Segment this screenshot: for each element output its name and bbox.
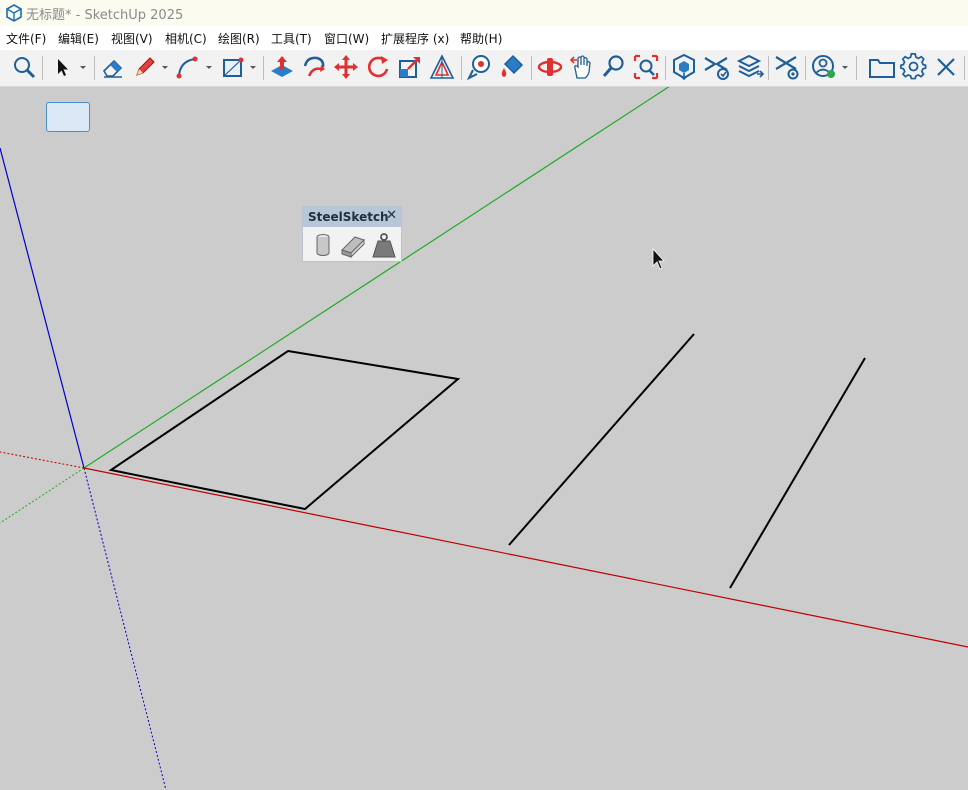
menu-bar: 文件(F) 编辑(E) 视图(V) 相机(C) 绘图(R) 工具(T) 窗口(W…: [0, 26, 968, 50]
close-icon[interactable]: [931, 52, 961, 82]
steelsketch-close-icon[interactable]: ✕: [386, 208, 397, 223]
toolbar-separator: [805, 56, 806, 80]
steelsketch-toolbar[interactable]: SteelSketch ✕: [302, 206, 402, 262]
rectangle-icon[interactable]: [218, 52, 248, 82]
menu-file[interactable]: 文件(F): [6, 30, 46, 47]
toolbar-separator: [461, 56, 462, 80]
cylinder-profile-icon[interactable]: [308, 230, 338, 260]
title-bar: 无标题* - SketchUp 2025: [0, 0, 968, 26]
pan-icon[interactable]: [567, 52, 597, 82]
select-icon[interactable]: [48, 52, 78, 82]
account-icon[interactable]: [809, 52, 839, 82]
arc-dropdown-chevron-icon[interactable]: [204, 52, 214, 82]
folder-icon[interactable]: [867, 52, 897, 82]
rectangle-edges[interactable]: [108, 349, 461, 511]
menu-draw[interactable]: 绘图(R): [218, 30, 260, 47]
weight-icon[interactable]: [369, 230, 399, 260]
push-pull-icon[interactable]: [267, 52, 297, 82]
toolbar-separator: [964, 56, 965, 80]
eraser-icon[interactable]: [98, 52, 128, 82]
steelsketch-title: SteelSketch: [308, 210, 389, 224]
z-axis-dashed: [83, 467, 167, 790]
zoom-extents-icon[interactable]: [631, 52, 661, 82]
menu-extensions[interactable]: 扩展程序 (x): [381, 30, 449, 47]
paint-bucket-icon[interactable]: [497, 52, 527, 82]
scale-icon[interactable]: [395, 52, 425, 82]
sketchup-logo-icon: [5, 4, 23, 22]
menu-edit[interactable]: 编辑(E): [58, 30, 99, 47]
move-icon[interactable]: [331, 52, 361, 82]
toolbar: [0, 50, 968, 132]
follow-me-icon[interactable]: [299, 52, 329, 82]
y-axis-dashed: [0, 467, 85, 524]
toolbar-separator: [856, 56, 857, 80]
toolbar-separator: [42, 56, 43, 80]
menu-help[interactable]: 帮助(H): [460, 30, 502, 47]
toolbar-separator: [263, 56, 264, 80]
toolbar-separator: [768, 56, 769, 80]
line-edge[interactable]: [729, 357, 866, 589]
pencil-icon[interactable]: [130, 52, 160, 82]
arc-icon[interactable]: [172, 52, 202, 82]
beam-profile-icon[interactable]: [338, 230, 368, 260]
model-settings-icon[interactable]: [772, 52, 802, 82]
select-dropdown-chevron-icon[interactable]: [78, 52, 88, 82]
settings-icon[interactable]: [899, 52, 929, 82]
layers-icon[interactable]: [735, 52, 765, 82]
line-edge[interactable]: [508, 333, 695, 546]
warehouse-icon[interactable]: [669, 52, 699, 82]
pencil-dropdown-chevron-icon[interactable]: [160, 52, 170, 82]
menu-camera[interactable]: 相机(C): [165, 30, 207, 47]
z-axis-solid: [0, 147, 85, 469]
rectangle-dropdown-chevron-icon[interactable]: [248, 52, 258, 82]
extension-manager-icon[interactable]: [701, 52, 731, 82]
offset-icon[interactable]: [427, 52, 457, 82]
menu-window[interactable]: 窗口(W): [324, 30, 369, 47]
menu-tools[interactable]: 工具(T): [271, 30, 312, 47]
zoom-icon[interactable]: [599, 52, 629, 82]
menu-view[interactable]: 视图(V): [111, 30, 153, 47]
tape-measure-icon[interactable]: [465, 52, 495, 82]
x-axis-solid: [83, 467, 968, 648]
model-viewport[interactable]: [0, 87, 968, 790]
zoom-icon[interactable]: [9, 52, 39, 82]
account-dropdown-chevron-icon[interactable]: [840, 52, 850, 82]
orbit-icon[interactable]: [535, 52, 565, 82]
window-title: 无标题* - SketchUp 2025: [26, 8, 184, 23]
toolbar-separator: [94, 56, 95, 80]
mouse-cursor-icon: [652, 247, 665, 270]
steelsketch-header[interactable]: SteelSketch ✕: [303, 207, 401, 227]
toolbar-separator: [531, 56, 532, 80]
toolbar-separator: [665, 56, 666, 80]
y-axis-solid: [83, 87, 670, 469]
rotate-icon[interactable]: [363, 52, 393, 82]
x-axis-dashed: [0, 451, 85, 469]
